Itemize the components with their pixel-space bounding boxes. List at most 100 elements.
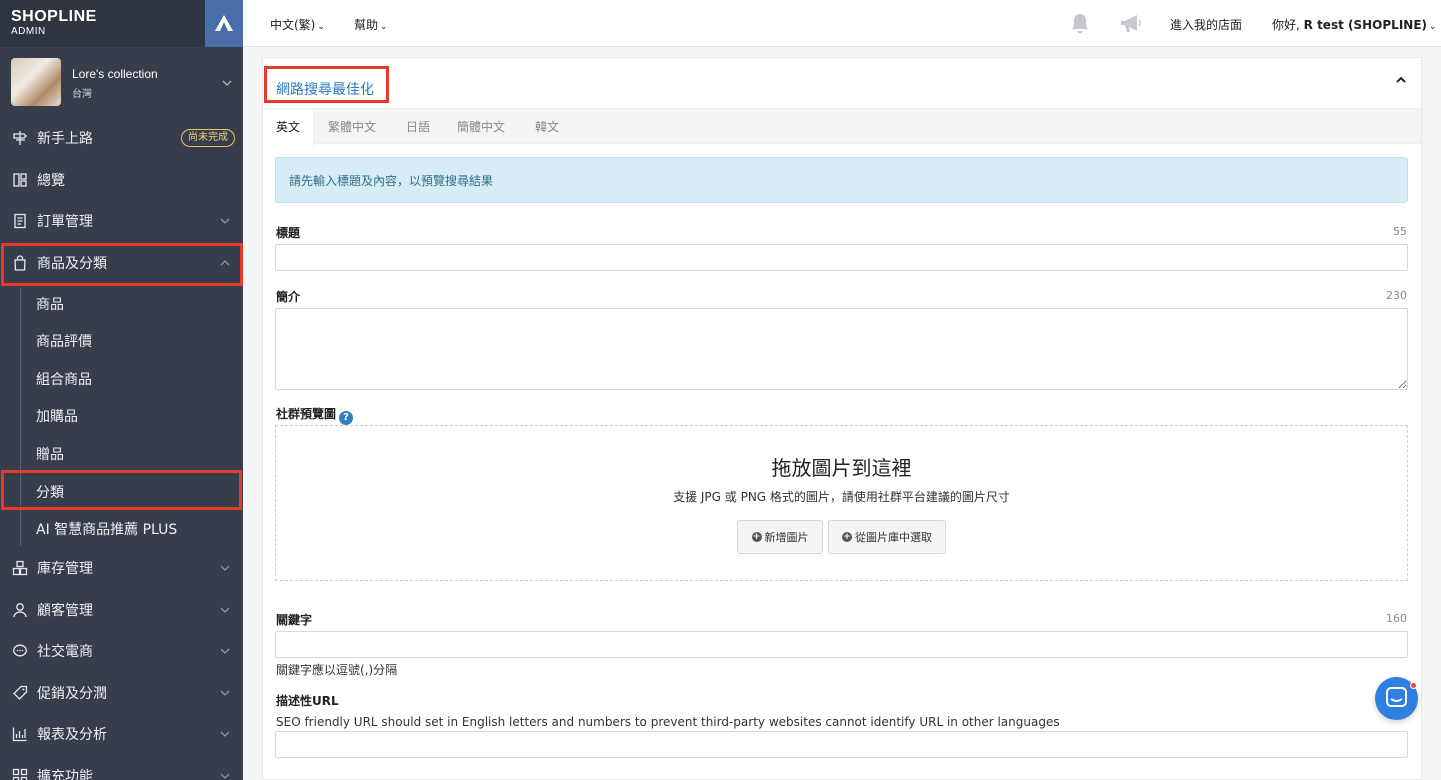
user-menu[interactable]: 你好, R test (SHOPLINE) ⌄	[1272, 16, 1437, 33]
nav-item-promotions[interactable]: 促銷及分潤	[0, 673, 243, 713]
tab-traditional-chinese[interactable]: 繁體中文	[328, 109, 376, 145]
chevron-down-icon: ⌄	[1429, 22, 1437, 32]
chevron-down-icon: ⌄	[317, 22, 325, 32]
tag-icon	[12, 685, 28, 701]
language-tabs: 英文 繁體中文 日語 簡體中文 韓文	[263, 108, 1421, 146]
add-image-button[interactable]: + 新增圖片	[737, 520, 823, 554]
tab-japanese[interactable]: 日語	[406, 109, 430, 145]
image-dropzone[interactable]: 拖放圖片到這裡 支援 JPG 或 PNG 格式的圖片，請使用社群平台建議的圖片尺…	[275, 425, 1408, 581]
subnav-item-ai-recommend[interactable]: AI 智慧商品推薦 PLUS	[36, 519, 177, 539]
social-preview-text: 社群預覽圖	[276, 407, 337, 421]
language-label: 中文(繁)	[270, 18, 316, 32]
nav-item-orders[interactable]: 訂單管理	[0, 201, 243, 241]
store-switcher[interactable]: Lore's collection 台灣	[0, 47, 243, 117]
nav-label: 訂單管理	[37, 214, 93, 230]
megaphone-icon[interactable]	[1119, 13, 1143, 39]
subnav-item-products[interactable]: 商品	[36, 294, 64, 314]
chevron-up-icon	[219, 257, 231, 269]
social-preview-label: 社群預覽圖?	[276, 405, 354, 425]
order-icon	[12, 213, 28, 229]
title-label: 標題	[276, 226, 301, 240]
title-char-limit: 55	[1393, 225, 1407, 238]
tab-korean[interactable]: 韓文	[535, 109, 559, 145]
chevron-down-icon	[219, 728, 231, 740]
nav-item-social[interactable]: 社交電商	[0, 631, 243, 671]
card-title: 網路搜尋最佳化	[276, 82, 374, 98]
chevron-down-icon	[219, 645, 231, 657]
plus-circle-icon: +	[751, 532, 762, 542]
chevron-down-icon: ⌄	[380, 22, 388, 32]
sidebar: SHOPLINE ADMIN Lore's collection 台灣 新手上路…	[0, 0, 243, 780]
status-badge: 尚未完成	[181, 129, 235, 147]
subnav-item-gifts[interactable]: 贈品	[36, 444, 64, 464]
nav-item-products[interactable]: 商品及分類	[0, 243, 243, 283]
nav-label: 庫存管理	[37, 561, 93, 577]
nav-item-extensions[interactable]: 擴充功能	[0, 756, 243, 780]
user-name: R test (SHOPLINE)	[1303, 18, 1428, 32]
chevron-down-icon	[219, 562, 231, 574]
nav-item-customers[interactable]: 顧客管理	[0, 590, 243, 630]
description-char-limit: 230	[1386, 289, 1407, 302]
brand-logo[interactable]: SHOPLINE	[11, 8, 97, 26]
visit-store-link[interactable]: 進入我的店面	[1170, 16, 1242, 33]
brand-sub: ADMIN	[11, 26, 46, 37]
shopping-bag-icon	[12, 255, 28, 271]
dropzone-hint: 支援 JPG 或 PNG 格式的圖片，請使用社群平台建議的圖片尺寸	[673, 490, 1010, 504]
subnav-item-categories[interactable]: 分類	[36, 482, 64, 502]
description-label: 簡介	[276, 290, 301, 304]
dropzone-title: 拖放圖片到這裡	[771, 456, 912, 480]
language-dropdown[interactable]: 中文(繁) ⌄	[270, 16, 325, 33]
subnav-item-reviews[interactable]: 商品評價	[36, 331, 92, 351]
description-textarea[interactable]	[275, 308, 1408, 390]
nav-item-inventory[interactable]: 庫存管理	[0, 548, 243, 588]
url-input[interactable]	[275, 731, 1408, 758]
help-icon[interactable]: ?	[339, 411, 354, 425]
nav-label: 商品及分類	[37, 256, 107, 272]
nav-item-onboarding[interactable]: 新手上路 尚未完成	[0, 118, 243, 158]
nav-item-reports[interactable]: 報表及分析	[0, 714, 243, 754]
info-alert: 請先輸入標題及內容，以預覽搜尋結果	[275, 157, 1408, 203]
keywords-char-limit: 160	[1386, 612, 1407, 625]
store-region: 台灣	[72, 89, 92, 100]
chevron-down-icon	[221, 77, 233, 89]
keywords-input[interactable]	[275, 631, 1408, 658]
nav-label: 新手上路	[37, 131, 93, 147]
keywords-hint: 關鍵字應以逗號(,)分隔	[276, 663, 398, 677]
shopline-mark-icon	[215, 15, 233, 31]
choose-from-library-button[interactable]: + 從圖片庫中選取	[828, 520, 946, 554]
add-image-label: 新增圖片	[764, 531, 809, 544]
subnav-item-addons[interactable]: 加購品	[36, 406, 78, 426]
store-avatar	[11, 58, 61, 106]
chevron-up-icon[interactable]	[1395, 74, 1407, 90]
chevron-down-icon	[219, 604, 231, 616]
apps-icon	[12, 768, 28, 780]
nav-label: 顧客管理	[37, 603, 93, 619]
help-label: 幫助	[354, 18, 379, 32]
greeting-prefix: 你好,	[1272, 18, 1300, 32]
logo-bar: SHOPLINE ADMIN	[0, 0, 243, 47]
topbar: 中文(繁) ⌄ 幫助 ⌄ 進入我的店面 你好, R test (SHOPLINE) ⌄	[243, 0, 1441, 47]
help-dropdown[interactable]: 幫助 ⌄	[354, 16, 388, 33]
chevron-down-icon	[219, 215, 231, 227]
store-name: Lore's collection	[72, 67, 158, 81]
seo-card: 網路搜尋最佳化 英文 繁體中文 日語 簡體中文 韓文 請先輸入標題及內容，以預覽…	[262, 57, 1422, 780]
dashboard-icon	[12, 172, 28, 188]
nav-label: 總覽	[37, 173, 65, 189]
signpost-icon	[12, 130, 28, 146]
nav-item-overview[interactable]: 總覽	[0, 160, 243, 200]
inventory-icon	[12, 560, 28, 576]
customer-icon	[12, 602, 28, 618]
title-input[interactable]	[275, 244, 1408, 271]
subnav-item-bundles[interactable]: 組合商品	[36, 369, 92, 389]
plus-circle-icon: +	[842, 532, 852, 542]
keywords-label: 關鍵字	[276, 613, 313, 627]
nav-label: 社交電商	[37, 644, 93, 660]
tab-simplified-chinese[interactable]: 簡體中文	[457, 109, 505, 145]
sidebar-toggle[interactable]	[205, 0, 243, 47]
nav-label: 擴充功能	[37, 769, 93, 780]
chevron-down-icon	[219, 770, 231, 780]
tab-english[interactable]: 英文	[263, 109, 315, 146]
bell-icon[interactable]	[1070, 13, 1090, 39]
chart-icon	[12, 726, 28, 742]
url-label: 描述性URL	[276, 694, 339, 708]
